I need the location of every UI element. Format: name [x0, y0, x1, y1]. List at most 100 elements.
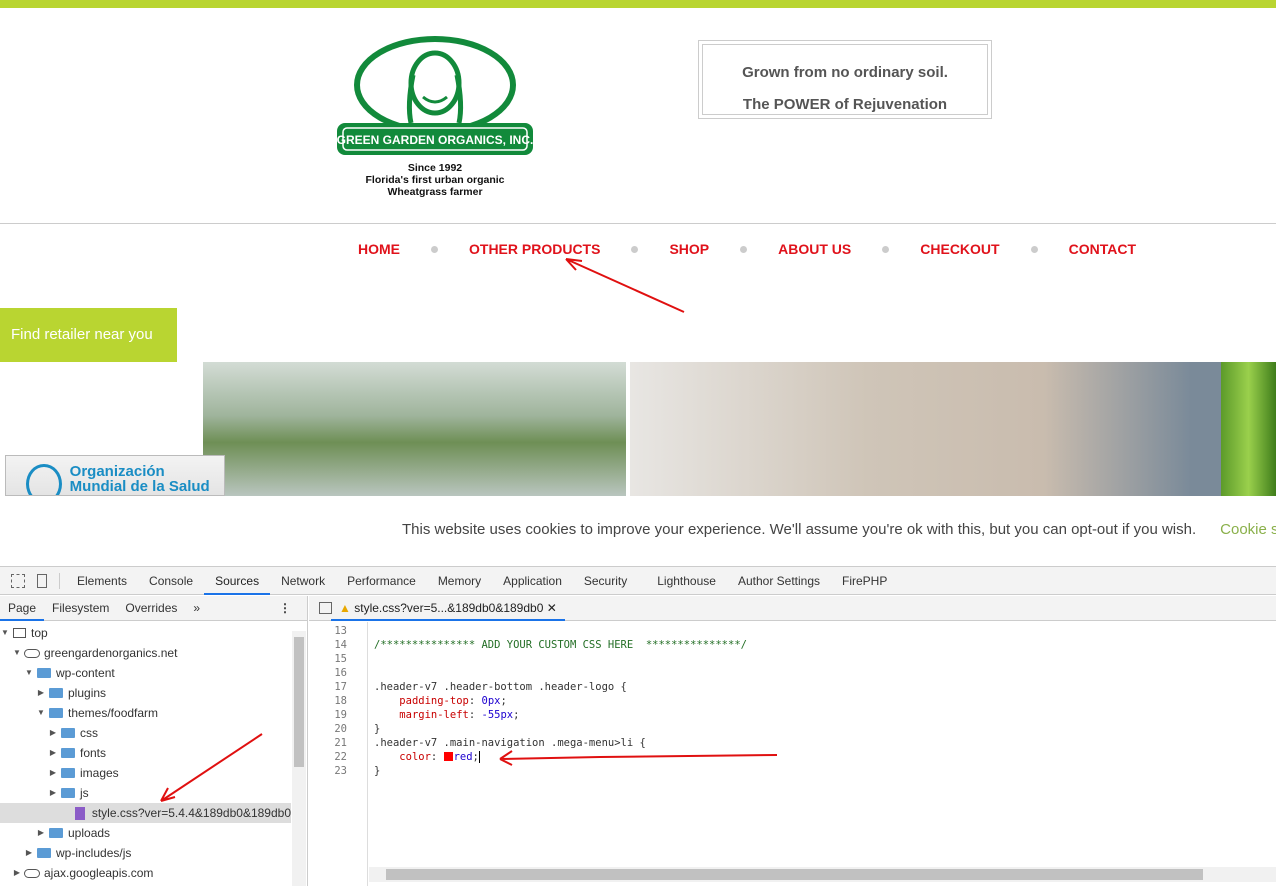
- tree-item[interactable]: ▼ top: [0, 623, 291, 643]
- text-cursor: [478, 751, 480, 763]
- find-retailer-button[interactable]: Find retailer near you: [0, 308, 177, 362]
- folder-icon: [37, 668, 51, 678]
- cloud-icon: [24, 648, 40, 658]
- navigator-pane: Page Filesystem Overrides » ⋮ ▼ top ▼ green…: [0, 596, 308, 886]
- nav-home[interactable]: HOME: [358, 241, 400, 257]
- file-icon: [74, 806, 85, 820]
- expand-arrow-icon[interactable]: ▶: [48, 763, 58, 783]
- code-editor[interactable]: 13 14 15 16 17 18 19 20 21 22 23 /*************** …: [309, 622, 1276, 886]
- logo-emblem: GREEN GARDEN ORGANICS, INC.: [337, 36, 533, 155]
- tree-item[interactable]: style.css?ver=5.4.4&189db0&189db0: [0, 803, 291, 823]
- line-number: 14: [334, 639, 347, 651]
- tab-network[interactable]: Network: [270, 567, 336, 595]
- expand-arrow-open-icon[interactable]: ▼: [24, 663, 34, 683]
- tree-item-label: themes/foodfarm: [68, 706, 159, 720]
- expand-arrow-icon[interactable]: ▶: [48, 743, 58, 763]
- expand-arrow-open-icon[interactable]: ▼: [0, 623, 10, 643]
- header-divider: [0, 223, 1276, 224]
- folder-icon: [61, 748, 75, 758]
- line-number: 23: [334, 765, 347, 777]
- device-toolbar-icon[interactable]: [37, 573, 47, 588]
- nav-separator: [1030, 245, 1038, 253]
- nav-separator: [740, 245, 748, 253]
- folder-icon: [61, 768, 75, 778]
- expand-arrow-icon[interactable]: ▶: [36, 683, 46, 703]
- tree-item[interactable]: ▼ wp-content: [0, 663, 291, 683]
- who-badge-text: Organización Mundial de la Salud: [69, 463, 210, 495]
- open-file-tab[interactable]: ▲ style.css?ver=5...&189db0&189db0 ✕: [331, 596, 565, 621]
- devtools-panel: Elements Console Sources Network Perform…: [0, 566, 1276, 886]
- tree-item[interactable]: ▶ plugins: [0, 683, 291, 703]
- nav-checkout[interactable]: CHECKOUT: [920, 241, 999, 257]
- logo-line2: Florida's first urban organic: [365, 174, 505, 186]
- more-tabs-button[interactable]: »: [185, 596, 208, 621]
- who-badge: Organización Mundial de la Salud: [5, 455, 225, 496]
- folder-icon: [49, 828, 63, 838]
- devtools-tabbar: Elements Console Sources Network Perform…: [0, 567, 1276, 595]
- tree-item[interactable]: ▶ wp-includes/js: [0, 843, 291, 863]
- tree-scrollbar[interactable]: [292, 631, 306, 886]
- nav-contact[interactable]: CONTACT: [1069, 241, 1136, 257]
- tab-firephp[interactable]: FirePHP: [831, 567, 898, 595]
- hero-image-grass: [1221, 362, 1276, 496]
- tab-page[interactable]: Page: [0, 596, 45, 621]
- tree-item[interactable]: ▶ js: [0, 783, 291, 803]
- expand-arrow-icon[interactable]: ▶: [24, 843, 34, 863]
- line-number: 18: [334, 695, 347, 707]
- logo-since: Since 1992: [407, 162, 463, 174]
- file-tree: ▼ top ▼ greengardenorganics.net ▼ wp-content ▶…: [0, 621, 307, 883]
- nav-separator: [431, 245, 438, 253]
- tab-overrides[interactable]: Overrides: [117, 596, 185, 621]
- expand-arrow-icon[interactable]: ▶: [36, 823, 46, 843]
- tree-item-label: images: [80, 766, 119, 780]
- tree-item-label: greengardenorganics.net: [44, 646, 178, 660]
- folder-icon: [49, 688, 63, 698]
- expand-arrow-open-icon[interactable]: ▼: [36, 703, 46, 723]
- hero-slider[interactable]: [203, 362, 1276, 496]
- line-number: 20: [334, 723, 347, 735]
- tab-performance[interactable]: Performance: [336, 567, 427, 595]
- folder-icon: [49, 708, 63, 718]
- horizontal-scrollbar[interactable]: [369, 867, 1276, 882]
- tab-security[interactable]: Security: [573, 567, 638, 595]
- expand-arrow-icon[interactable]: ▶: [48, 723, 58, 743]
- nav-shop[interactable]: SHOP: [669, 241, 709, 257]
- tab-author-settings[interactable]: Author Settings: [727, 567, 831, 595]
- nav-about-us[interactable]: ABOUT US: [778, 241, 851, 257]
- tree-item-label: uploads: [68, 826, 111, 840]
- tab-sources[interactable]: Sources: [204, 567, 271, 595]
- tab-memory[interactable]: Memory: [427, 567, 492, 595]
- tree-item[interactable]: ▼ themes/foodfarm: [0, 703, 291, 723]
- line-numbers: 13 14 15 16 17 18 19 20 21 22 23: [309, 622, 368, 886]
- tab-elements[interactable]: Elements: [66, 567, 138, 595]
- tab-lighthouse[interactable]: Lighthouse: [646, 567, 727, 595]
- expand-arrow-icon[interactable]: ▶: [48, 783, 58, 803]
- tree-item-label: plugins: [68, 686, 107, 700]
- expand-arrow-icon[interactable]: ▶: [12, 863, 22, 883]
- code-selector-2: .header-v7 .main-navigation .mega-menu>l…: [374, 737, 646, 749]
- tagline-line-2: The POWER of Rejuvenation: [742, 96, 948, 113]
- close-tab-icon[interactable]: ✕: [547, 601, 557, 615]
- tree-item[interactable]: ▶ images: [0, 763, 291, 783]
- tree-item-label: wp-content: [56, 666, 115, 680]
- expand-arrow-open-icon[interactable]: ▼: [12, 643, 22, 663]
- open-file-name: style.css?ver=5...&189db0&189db0: [354, 600, 544, 615]
- tree-item[interactable]: ▶ css: [0, 723, 291, 743]
- inspect-element-icon[interactable]: [11, 573, 25, 588]
- tab-filesystem[interactable]: Filesystem: [44, 596, 117, 621]
- toggle-navigator-icon[interactable]: [319, 602, 332, 614]
- nav-other-products[interactable]: OTHER PRODUCTS: [469, 241, 600, 257]
- tab-console[interactable]: Console: [138, 567, 204, 595]
- top-accent-bar: [0, 0, 1276, 8]
- tree-item[interactable]: ▶ uploads: [0, 823, 291, 843]
- kebab-menu-icon[interactable]: ⋮: [271, 596, 299, 621]
- cookie-settings-link[interactable]: Cookie s: [1220, 521, 1276, 538]
- color-swatch[interactable]: [443, 752, 453, 761]
- line-number: 21: [334, 737, 347, 749]
- tree-item[interactable]: ▶ fonts: [0, 743, 291, 763]
- site-logo[interactable]: GREEN GARDEN ORGANICS, INC. Since 1992 F…: [335, 35, 535, 200]
- tab-application[interactable]: Application: [492, 567, 573, 595]
- cookie-text: This website uses cookies to improve you…: [402, 521, 1197, 538]
- tree-item[interactable]: ▼ greengardenorganics.net: [0, 643, 291, 663]
- tree-item[interactable]: ▶ ajax.googleapis.com: [0, 863, 291, 883]
